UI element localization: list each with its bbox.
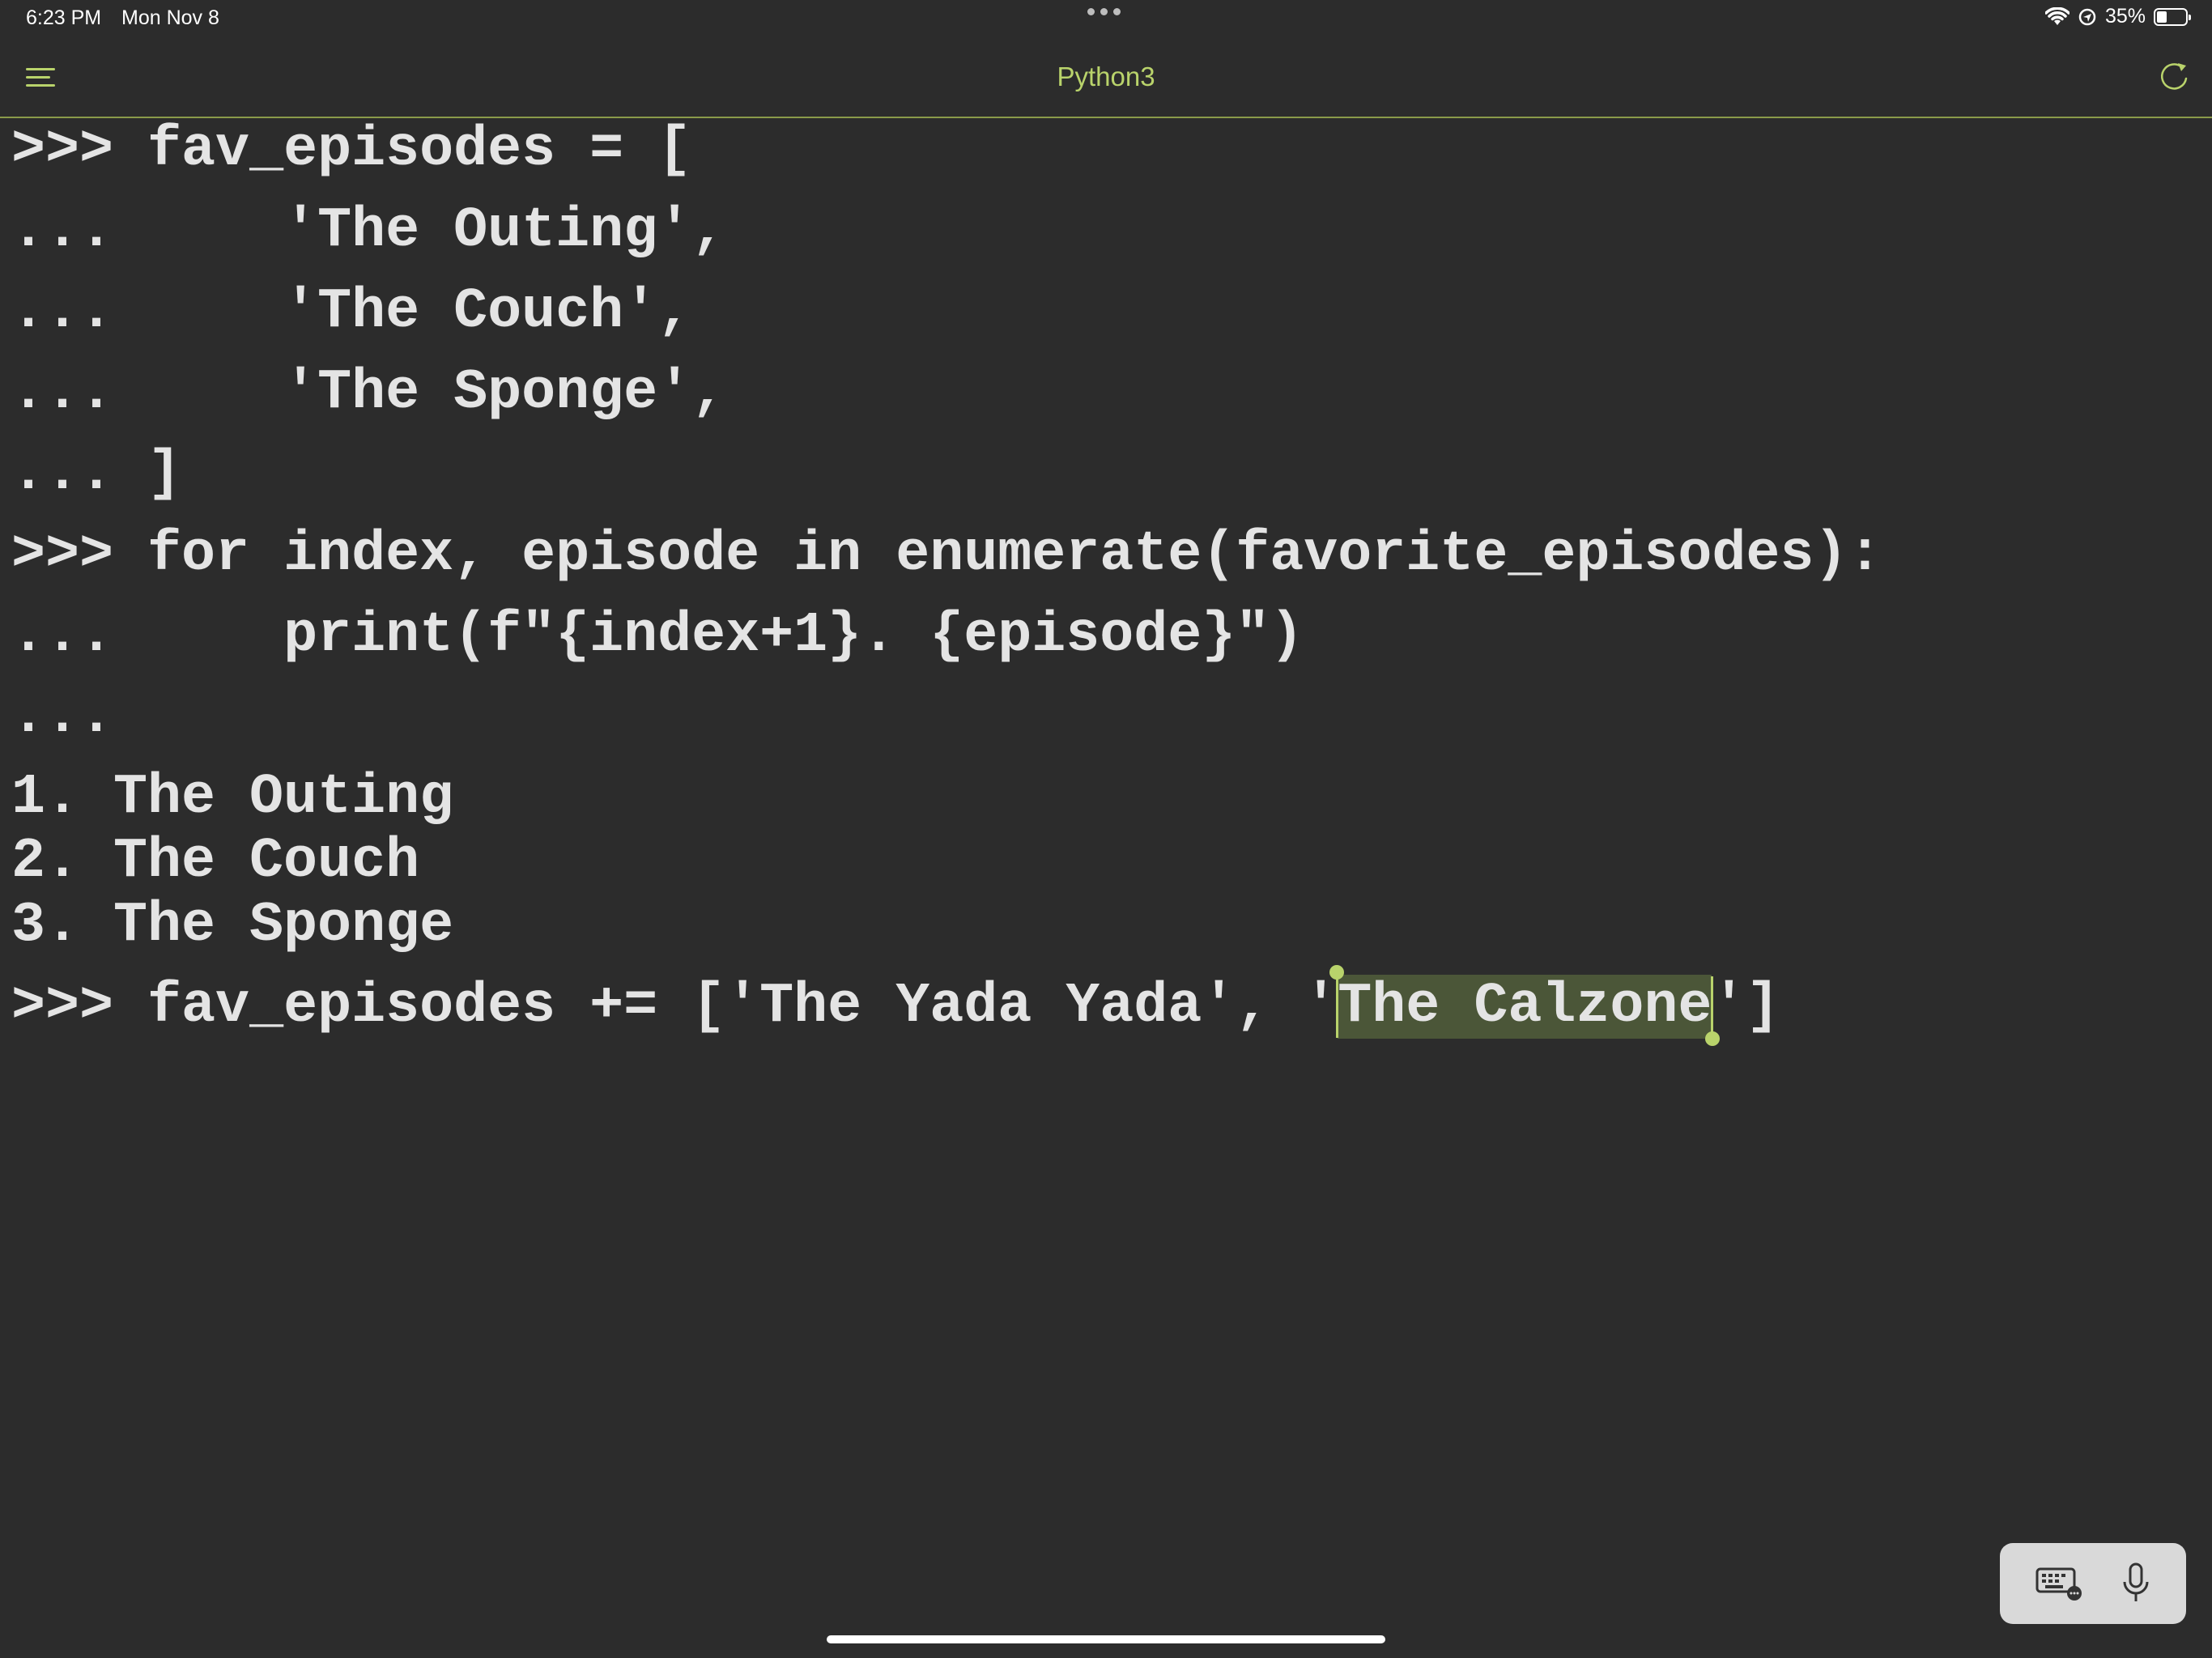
prompt: ... [11, 199, 114, 263]
input-text-before: fav_episodes += ['The Yada Yada', ' [147, 975, 1338, 1039]
terminal-line: >>> for index, episode in enumerate(favo… [11, 523, 1882, 588]
input-text-after: '] [1712, 975, 1780, 1039]
code-text: ] [147, 442, 182, 506]
terminal-line: ... ] [11, 442, 181, 507]
more-dots-icon[interactable] [1087, 8, 1121, 15]
code-text: 'The Couch', [147, 280, 692, 344]
battery-icon [2154, 7, 2191, 26]
terminal-line: ... 'The Sponge', [11, 361, 725, 426]
terminal-line: ... [11, 685, 147, 750]
prompt: >>> [11, 118, 114, 182]
nav-bar: Python3 [0, 39, 2212, 118]
code-text: 'The Sponge', [147, 361, 726, 425]
keyboard-toolbar [2000, 1543, 2186, 1624]
status-date: Mon Nov 8 [121, 6, 219, 29]
keyboard-icon[interactable] [2035, 1566, 2084, 1601]
terminal-line: >>> fav_episodes = [ [11, 118, 691, 183]
screen: 6:23 PM Mon Nov 8 35% Python3 >>> fav_ep… [0, 0, 2212, 1658]
output-line: 3. The Sponge [11, 894, 454, 958]
code-text: for index, episode in enumerate(favorite… [147, 523, 1882, 587]
prompt: ... [11, 361, 114, 425]
prompt: ... [11, 604, 114, 668]
code-text: fav_episodes = [ [147, 118, 692, 182]
output-line: 2. The Couch [11, 830, 420, 894]
prompt: ... [11, 442, 114, 506]
status-bar: 6:23 PM Mon Nov 8 35% [0, 0, 2212, 39]
location-icon [2078, 8, 2096, 25]
refresh-icon[interactable] [2155, 58, 2193, 96]
home-indicator[interactable] [827, 1635, 1385, 1643]
code-text: print(f"{index+1}. {episode}") [147, 604, 1304, 668]
terminal-line: ... 'The Outing', [11, 199, 725, 264]
code-text: 'The Outing', [147, 199, 726, 263]
terminal-line: ... 'The Couch', [11, 280, 691, 345]
selected-text[interactable]: The Calzone [1329, 965, 1721, 1046]
status-right: 35% [2044, 5, 2191, 28]
prompt: ... [11, 685, 114, 749]
output-line: 1. The Outing [11, 766, 454, 830]
microphone-icon[interactable] [2121, 1562, 2150, 1605]
prompt: >>> [11, 975, 114, 1039]
input-line[interactable]: >>> fav_episodes += ['The Yada Yada', ' T… [11, 965, 1780, 1046]
wifi-icon [2044, 6, 2069, 25]
terminal-line: ... print(f"{index+1}. {episode}") [11, 604, 1304, 669]
page-title: Python3 [1057, 62, 1155, 91]
prompt: ... [11, 280, 114, 344]
prompt: >>> [11, 523, 114, 587]
battery-percent: 35% [2104, 5, 2146, 28]
status-time: 6:23 PM [26, 6, 102, 29]
